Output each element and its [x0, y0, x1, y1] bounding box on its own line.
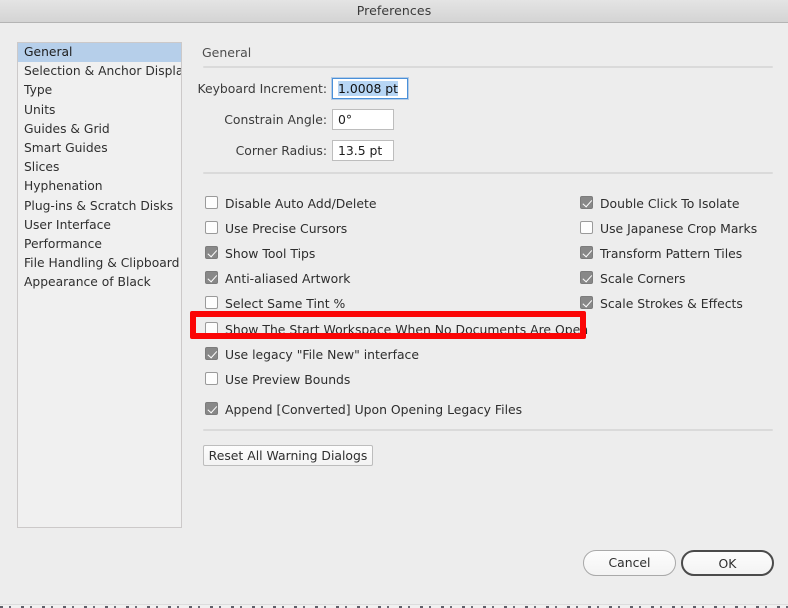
- checkbox-checked-icon[interactable]: [580, 246, 593, 259]
- checkbox-use-legacy-file-new-interface[interactable]: Use legacy "File New" interface: [205, 344, 419, 364]
- field-row: Corner Radius: 13.5 pt: [200, 140, 394, 162]
- sidebar-item-general[interactable]: General: [18, 43, 181, 63]
- sidebar-item-label: Selection & Anchor Display: [24, 64, 182, 79]
- sidebar-item-performance[interactable]: Performance: [18, 235, 181, 254]
- checkbox-show-tool-tips[interactable]: Show Tool Tips: [205, 243, 315, 263]
- field-label: Corner Radius:: [235, 143, 327, 158]
- field-value: 13.5 pt: [338, 143, 383, 158]
- checkbox-label: Transform Pattern Tiles: [600, 246, 743, 261]
- title-bar[interactable]: Preferences: [0, 0, 788, 23]
- checkbox-label: Double Click To Isolate: [600, 196, 740, 211]
- sidebar-item-type[interactable]: Type: [18, 81, 181, 100]
- field-label-wrap: Constrain Angle:: [200, 109, 327, 131]
- sidebar-item-smart-guides[interactable]: Smart Guides: [18, 139, 181, 158]
- checkbox-use-precise-cursors[interactable]: Use Precise Cursors: [205, 218, 347, 238]
- checkbox-disable-auto-add-delete[interactable]: Disable Auto Add/Delete: [205, 193, 376, 213]
- field-row: Constrain Angle: 0°: [200, 109, 394, 131]
- sidebar-item-label: Appearance of Black: [24, 275, 151, 290]
- sidebar-item-label: Units: [24, 102, 56, 117]
- checkbox-unchecked-icon[interactable]: [580, 221, 593, 234]
- sidebar-item-hyphenation[interactable]: Hyphenation: [18, 177, 181, 196]
- checkbox-label: Use legacy "File New" interface: [225, 347, 419, 362]
- checkbox-checked-icon[interactable]: [205, 347, 218, 360]
- separator-middle: [203, 172, 773, 174]
- sidebar-item-slices[interactable]: Slices: [18, 158, 181, 177]
- checkbox-unchecked-icon[interactable]: [205, 221, 218, 234]
- field-label-wrap: Corner Radius:: [200, 140, 327, 162]
- window-title: Preferences: [356, 3, 432, 18]
- checkbox-unchecked-icon[interactable]: [205, 196, 218, 209]
- separator-top: [203, 66, 773, 68]
- checkbox-checked-icon[interactable]: [205, 246, 218, 259]
- checkbox-checked-icon[interactable]: [205, 402, 218, 415]
- checkbox-unchecked-icon[interactable]: [205, 322, 218, 335]
- field-value: 0°: [338, 112, 353, 127]
- checkbox-append-converted-upon-opening-legacy-files[interactable]: Append [Converted] Upon Opening Legacy F…: [205, 399, 522, 419]
- checkbox-scale-corners[interactable]: Scale Corners: [580, 268, 685, 288]
- sidebar-item-label: Guides & Grid: [24, 121, 110, 136]
- checkbox-double-click-to-isolate[interactable]: Double Click To Isolate: [580, 193, 740, 213]
- ok-button[interactable]: OK: [681, 550, 774, 576]
- checkbox-label: Show Tool Tips: [225, 246, 316, 261]
- checkbox-label: Show The Start Workspace When No Documen…: [225, 322, 589, 337]
- checkbox-label: Scale Strokes & Effects: [600, 296, 743, 311]
- field-label: Constrain Angle:: [224, 112, 327, 127]
- checkbox-label: Use Precise Cursors: [225, 221, 348, 236]
- checkbox-label: Anti-aliased Artwork: [225, 271, 351, 286]
- checkbox-scale-strokes-effects[interactable]: Scale Strokes & Effects: [580, 293, 743, 313]
- corner-radius-input[interactable]: 13.5 pt: [332, 140, 394, 161]
- sidebar-item-appearance-of-black[interactable]: Appearance of Black: [18, 273, 181, 292]
- constrain-angle-input[interactable]: 0°: [332, 109, 394, 130]
- checkbox-label: Append [Converted] Upon Opening Legacy F…: [225, 402, 523, 417]
- sidebar-item-units[interactable]: Units: [18, 101, 181, 120]
- sidebar-item-label: Slices: [24, 160, 60, 175]
- checkbox-checked-icon[interactable]: [205, 271, 218, 284]
- checkbox-label: Scale Corners: [600, 271, 686, 286]
- bottom-clipped-strip: [0, 604, 788, 608]
- sidebar-item-label: Type: [24, 83, 53, 98]
- sidebar-item-label: File Handling & Clipboard: [24, 256, 180, 271]
- checkbox-unchecked-icon[interactable]: [205, 372, 218, 385]
- checkbox-checked-icon[interactable]: [580, 196, 593, 209]
- checkbox-select-same-tint[interactable]: Select Same Tint %: [205, 293, 345, 313]
- panel-title: General: [202, 45, 252, 60]
- sidebar-item-user-interface[interactable]: User Interface: [18, 216, 181, 235]
- checkbox-use-japanese-crop-marks[interactable]: Use Japanese Crop Marks: [580, 218, 757, 238]
- sidebar-item-guides-grid[interactable]: Guides & Grid: [18, 120, 181, 139]
- category-list[interactable]: General Selection & Anchor Display Type Uni…: [17, 42, 182, 528]
- sidebar-item-label: Hyphenation: [24, 179, 103, 194]
- sidebar-item-label: Plug-ins & Scratch Disks: [24, 198, 174, 213]
- checkbox-label: Use Preview Bounds: [225, 372, 351, 387]
- sidebar-item-selection-anchor-display[interactable]: Selection & Anchor Display: [18, 62, 181, 81]
- sidebar-item-label: Smart Guides: [24, 140, 108, 155]
- field-label: Keyboard Increment:: [197, 81, 327, 96]
- keyboard-increment-input[interactable]: 1.0008 pt: [332, 78, 408, 99]
- checkbox-transform-pattern-tiles[interactable]: Transform Pattern Tiles: [580, 243, 742, 263]
- checkbox-label: Select Same Tint %: [225, 296, 346, 311]
- sidebar-item-file-handling-clipboard[interactable]: File Handling & Clipboard: [18, 254, 181, 273]
- reset-all-warning-dialogs-button[interactable]: Reset All Warning Dialogs: [203, 445, 373, 466]
- sidebar-item-label: Performance: [24, 236, 102, 251]
- checkbox-unchecked-icon[interactable]: [205, 296, 218, 309]
- field-row: Keyboard Increment: 1.0008 pt: [197, 78, 408, 100]
- sidebar-item-plug-ins-scratch-disks[interactable]: Plug-ins & Scratch Disks: [18, 197, 181, 216]
- preferences-dialog: Preferences General Selection & Anchor Di…: [0, 0, 788, 608]
- checkbox-checked-icon[interactable]: [580, 271, 593, 284]
- cancel-button[interactable]: Cancel: [583, 550, 676, 576]
- sidebar-item-label: General: [24, 45, 73, 59]
- field-label-wrap: Keyboard Increment:: [197, 78, 327, 100]
- checkbox-show-the-start-workspace-when-no-documents-are-open[interactable]: Show The Start Workspace When No Documen…: [205, 319, 588, 339]
- sidebar-item-label: User Interface: [24, 217, 111, 232]
- checkbox-label: Disable Auto Add/Delete: [225, 196, 377, 211]
- checkbox-label: Use Japanese Crop Marks: [600, 221, 758, 236]
- checkbox-use-preview-bounds[interactable]: Use Preview Bounds: [205, 369, 350, 389]
- checkbox-anti-aliased-artwork[interactable]: Anti-aliased Artwork: [205, 268, 350, 288]
- separator-bottom: [203, 429, 773, 431]
- field-value: 1.0008 pt: [338, 81, 399, 96]
- checkbox-checked-icon[interactable]: [580, 296, 593, 309]
